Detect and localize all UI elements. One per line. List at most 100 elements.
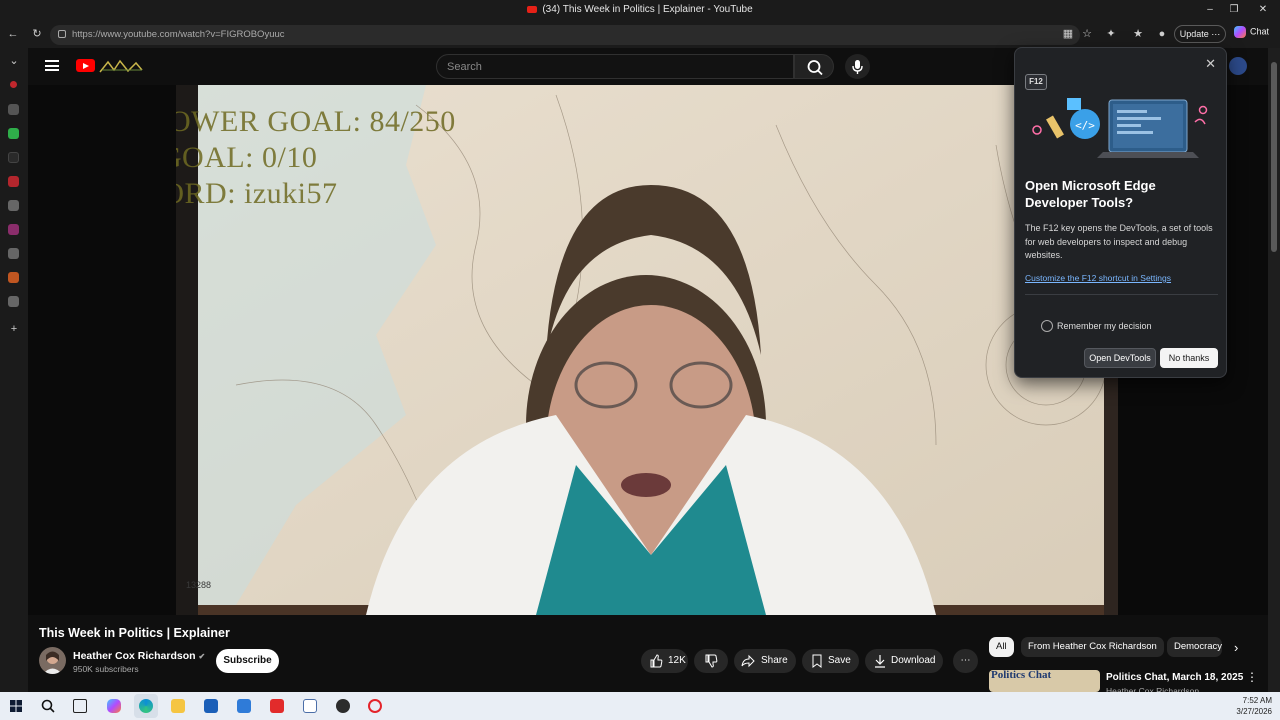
recommendation-thumbnail[interactable]: Politics Chat	[989, 670, 1100, 692]
tab-icon-orange[interactable]	[8, 272, 19, 283]
download-button[interactable]: Download	[865, 649, 943, 673]
thumbs-down-icon	[705, 654, 718, 668]
search-button[interactable]	[794, 54, 834, 79]
window-title-bar: (34) This Week in Politics | Explainer -…	[0, 0, 1280, 22]
chip-all[interactable]: All	[989, 637, 1014, 657]
map-chart-number: 13288	[186, 580, 212, 590]
site-info-icon[interactable]	[58, 30, 66, 38]
edge-browser-icon[interactable]	[139, 699, 153, 713]
update-button[interactable]: Update ⋯	[1174, 25, 1226, 43]
back-arrow-icon[interactable]: ←	[6, 27, 20, 41]
microphone-icon	[852, 60, 863, 74]
youtube-doodle-icon[interactable]	[98, 58, 144, 74]
app-available-icon[interactable]: ▦	[1061, 27, 1075, 41]
copilot-taskbar-icon[interactable]	[107, 699, 121, 713]
voice-search-button[interactable]	[845, 54, 870, 79]
tab-icon-red[interactable]	[8, 176, 19, 187]
windows-start-icon[interactable]	[9, 699, 23, 713]
open-devtools-button[interactable]: Open DevTools	[1084, 348, 1156, 368]
tab-icon-purple[interactable]	[8, 224, 19, 235]
overlay-discord: DISCORD: izuki57	[176, 177, 338, 210]
task-view-icon[interactable]	[73, 699, 87, 713]
profile-icon[interactable]: ●	[1155, 27, 1169, 41]
dialog-divider	[1025, 294, 1218, 295]
like-count: 12K	[668, 655, 686, 666]
extensions-icon[interactable]: ✦	[1104, 27, 1118, 41]
devtools-dialog: ✕ F12 </> Open Microsoft Edge Developer …	[1014, 47, 1227, 378]
f12-key-badge: F12	[1025, 74, 1047, 90]
scrollbar-thumb[interactable]	[1271, 62, 1277, 252]
youtube-logo-icon[interactable]	[76, 59, 95, 72]
more-actions-button[interactable]: ⋯	[953, 649, 978, 673]
more-horizontal-icon: ⋯	[960, 655, 971, 666]
browser-toolbar: ← ↻ https://www.youtube.com/watch?v=FIGR…	[0, 22, 1280, 48]
youtube-favicon-icon	[527, 5, 538, 13]
restore-icon[interactable]: ❐	[1227, 3, 1241, 17]
chip-from-channel[interactable]: From Heather Cox Richardson	[1021, 637, 1164, 657]
channel-avatar[interactable]	[39, 647, 66, 674]
opera-icon[interactable]	[368, 699, 382, 713]
system-clock[interactable]: 7:52 AM 3/27/2026	[1236, 695, 1272, 717]
bookmark-icon	[812, 654, 822, 668]
dislike-button[interactable]	[694, 649, 728, 673]
tab-icon-gray[interactable]	[8, 200, 19, 211]
remember-decision-checkbox[interactable]	[1041, 320, 1053, 332]
chat-label: Chat	[1250, 26, 1270, 37]
edge-sidebar: ⌄ +	[0, 48, 28, 692]
share-label: Share	[761, 655, 788, 666]
remember-decision-label[interactable]: Remember my decision	[1057, 321, 1152, 331]
add-tab-icon[interactable]: +	[7, 322, 21, 336]
chevron-down-icon[interactable]: ⌄	[7, 54, 21, 68]
tab-icon-gray-2[interactable]	[8, 248, 19, 259]
window-title: (34) This Week in Politics | Explainer -…	[0, 4, 1280, 15]
window-title-text: (34) This Week in Politics | Explainer -…	[542, 4, 753, 15]
subscriber-count: 950K subscribers	[73, 664, 139, 674]
app-icon-blue[interactable]	[303, 699, 317, 713]
youtube-tab-icon[interactable]	[10, 81, 17, 88]
search-input[interactable]	[437, 55, 793, 78]
update-label: Update	[1179, 29, 1209, 39]
menu-icon[interactable]	[45, 60, 59, 71]
youtube-app-icon[interactable]	[270, 699, 284, 713]
more-vertical-icon[interactable]: ⋮	[1246, 670, 1258, 684]
page-scrollbar[interactable]	[1268, 48, 1280, 692]
store-icon[interactable]	[204, 699, 218, 713]
account-avatar[interactable]	[1229, 57, 1247, 75]
chip-democracy[interactable]: Democracy	[1167, 637, 1222, 657]
channel-name-text: Heather Cox Richardson	[73, 650, 196, 662]
favorite-star-icon[interactable]: ☆	[1080, 27, 1094, 41]
customize-shortcut-link[interactable]: Customize the F12 shortcut in Settings	[1025, 273, 1171, 283]
thumbnail-text: Politics Chat	[991, 670, 1052, 681]
channel-name[interactable]: Heather Cox Richardson ✔	[73, 650, 205, 662]
file-explorer-icon[interactable]	[171, 699, 185, 713]
tab-icon-green[interactable]	[8, 128, 19, 139]
like-button[interactable]: 12K	[641, 649, 688, 673]
close-window-icon[interactable]: ✕	[1256, 3, 1270, 17]
download-label: Download	[891, 655, 936, 666]
subscribe-button[interactable]: Subscribe	[216, 649, 279, 673]
chevron-right-icon[interactable]: ›	[1234, 640, 1238, 655]
copilot-chat-button[interactable]: Chat	[1234, 26, 1269, 38]
obs-icon[interactable]	[336, 699, 350, 713]
no-thanks-button[interactable]: No thanks	[1160, 348, 1218, 368]
verified-icon: ✔	[198, 652, 206, 661]
mute-tab-icon[interactable]	[8, 104, 19, 115]
overlay-follower-goal: FOLLOWER GOAL: 84/250	[176, 105, 456, 138]
favorites-icon[interactable]: ★	[1131, 27, 1145, 41]
refresh-icon[interactable]: ↻	[30, 27, 44, 41]
share-icon	[741, 654, 755, 668]
mail-icon[interactable]	[237, 699, 251, 713]
search-box[interactable]	[436, 54, 794, 79]
tab-icon-gray-3[interactable]	[8, 296, 19, 307]
share-button[interactable]: Share	[734, 649, 796, 673]
clock-date: 3/27/2026	[1236, 707, 1272, 716]
recommendation-title[interactable]: Politics Chat, March 18, 2025	[1106, 672, 1243, 683]
minimize-icon[interactable]: –	[1203, 3, 1217, 17]
video-frame: FOLLOWER GOAL: 84/250 SUB GOAL: 0/10 DIS…	[176, 85, 1118, 615]
close-dialog-icon[interactable]: ✕	[1205, 56, 1216, 72]
save-button[interactable]: Save	[802, 649, 859, 673]
tab-icon-search[interactable]	[8, 152, 19, 163]
taskbar-search-icon[interactable]	[41, 699, 55, 713]
search-icon	[807, 60, 823, 76]
address-bar[interactable]: https://www.youtube.com/watch?v=FIGROBOy…	[50, 25, 1080, 45]
